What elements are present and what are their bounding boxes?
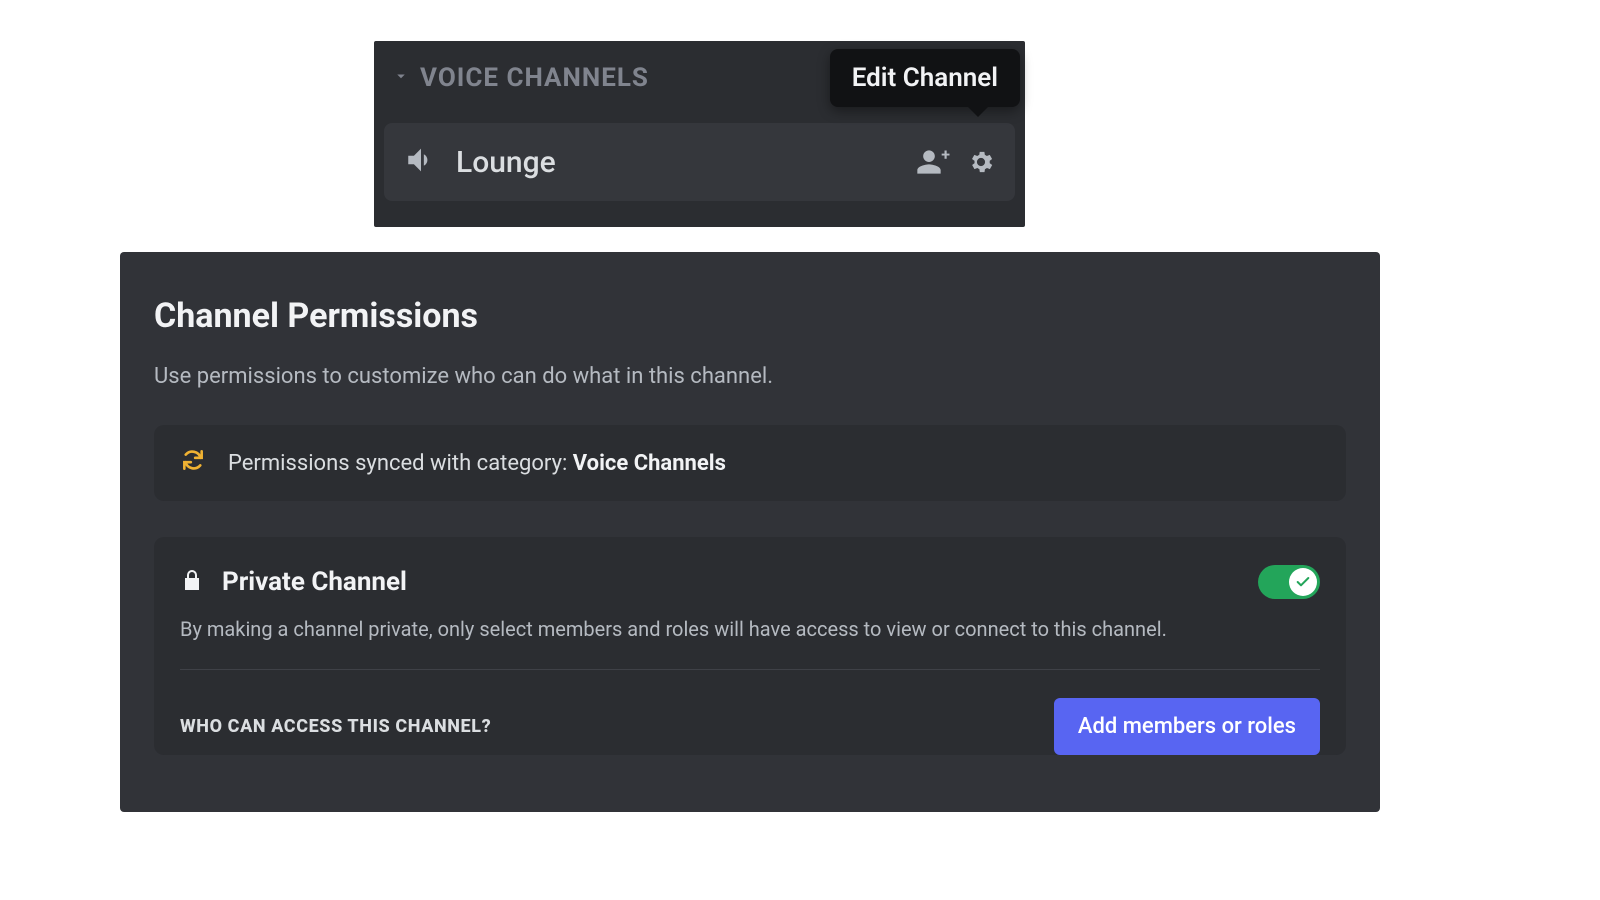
- create-invite-icon[interactable]: +: [915, 148, 943, 176]
- lock-icon: [180, 566, 204, 598]
- access-heading: WHO CAN ACCESS THIS CHANNEL?: [180, 716, 1054, 737]
- sync-category-name: Voice Channels: [573, 451, 726, 476]
- page-description: Use permissions to customize who can do …: [154, 364, 1346, 389]
- private-channel-title: Private Channel: [222, 567, 1240, 597]
- page-title: Channel Permissions: [154, 296, 1346, 336]
- private-channel-description: By making a channel private, only select…: [180, 617, 1320, 670]
- voice-channel-row[interactable]: Lounge +: [384, 123, 1015, 201]
- channel-permissions-panel: Channel Permissions Use permissions to c…: [120, 252, 1380, 812]
- tooltip-text: Edit Channel: [852, 63, 998, 93]
- add-members-or-roles-button[interactable]: Add members or roles: [1054, 698, 1320, 755]
- category-label: VOICE CHANNELS: [420, 63, 649, 93]
- sync-text: Permissions synced with category: Voice …: [228, 451, 726, 476]
- sync-text-prefix: Permissions synced with category:: [228, 451, 573, 476]
- plus-badge-icon: +: [941, 145, 950, 164]
- toggle-knob: [1289, 568, 1317, 596]
- private-channel-toggle[interactable]: [1258, 565, 1320, 599]
- channel-name: Lounge: [456, 145, 897, 180]
- access-row: WHO CAN ACCESS THIS CHANNEL? Add members…: [180, 670, 1320, 755]
- speaker-icon: [404, 143, 438, 181]
- edit-channel-icon[interactable]: [967, 148, 995, 176]
- private-channel-card: Private Channel By making a channel priv…: [154, 537, 1346, 755]
- permissions-sync-banner[interactable]: Permissions synced with category: Voice …: [154, 425, 1346, 501]
- channel-list-panel: VOICE CHANNELS Edit Channel Lounge +: [374, 41, 1025, 227]
- chevron-down-icon: [392, 67, 410, 89]
- sync-icon: [180, 447, 206, 479]
- edit-channel-tooltip: Edit Channel: [830, 49, 1020, 107]
